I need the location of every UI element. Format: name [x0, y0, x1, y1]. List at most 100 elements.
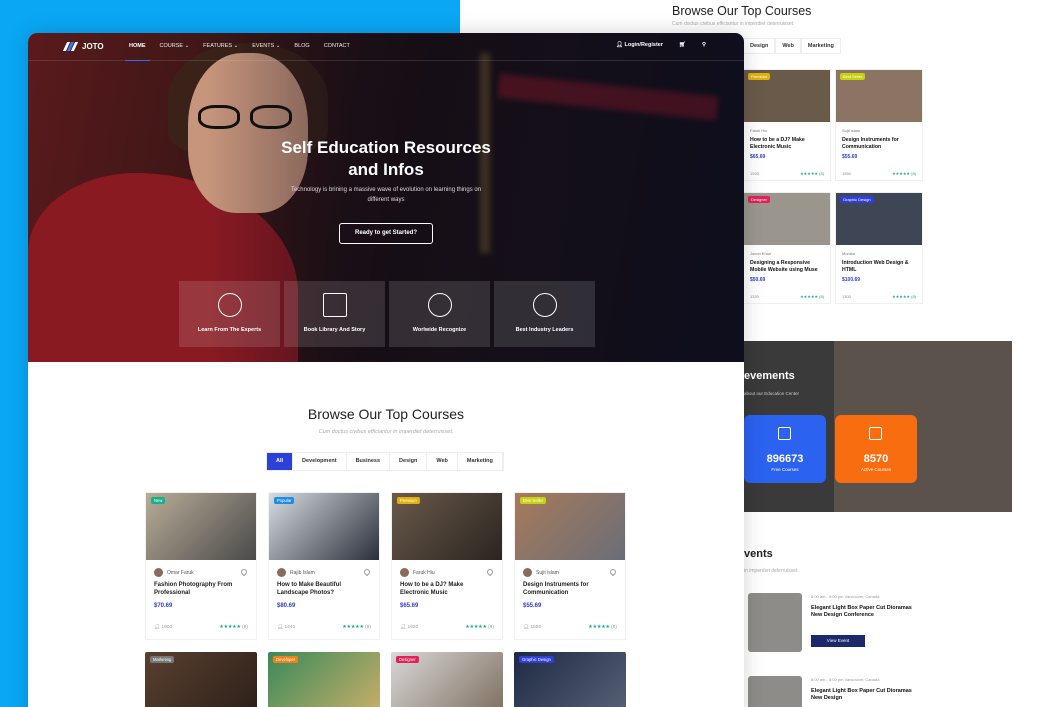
view-event-button[interactable]: View Event: [811, 635, 865, 647]
nav-contact[interactable]: CONTACT: [324, 43, 350, 49]
course-title[interactable]: Introduction Web Design & HTML: [842, 260, 916, 274]
nav-course[interactable]: COURSE ⌄: [160, 43, 190, 49]
course-card[interactable]: Best Seller Sujit islam Design Instrumen…: [514, 492, 626, 640]
course-title[interactable]: Designing a Responsive Mobile Website us…: [750, 260, 824, 274]
course-image: Best Seller: [836, 70, 922, 122]
event-title[interactable]: Elegant Light Box Paper Cut Dioramas New…: [811, 688, 921, 703]
course-footer: 👤︎ 1440 ★★★★★ (8): [277, 625, 371, 630]
cart-icon[interactable]: 🛒︎: [679, 42, 686, 48]
course-image: Designer: [744, 193, 830, 245]
rating-count: (8): [365, 625, 371, 630]
event-item: 8:00 am - 5:00 pm Vancouver, Canada Eleg…: [748, 676, 988, 707]
get-started-button[interactable]: Ready to get Started?: [339, 223, 433, 244]
bg-course-card[interactable]: Best Seller Sujit islam Design Instrumen…: [835, 69, 923, 181]
stat-active-courses: 8570 Active Courses: [835, 415, 917, 483]
student-count-value: 1900: [161, 625, 173, 630]
course-card-image[interactable]: Developer: [268, 652, 380, 707]
avatar: [277, 568, 286, 577]
event-title[interactable]: Elegant Light Box Paper Cut Dioramas New…: [811, 605, 921, 620]
nav-features-label: FEATURES: [203, 43, 233, 49]
course-title[interactable]: How to Make Beautiful Landscape Photos?: [277, 582, 371, 598]
avatar: [154, 568, 163, 577]
course-card[interactable]: Popular Rajib Islam How to Make Beautifu…: [268, 492, 380, 640]
nav-features[interactable]: FEATURES ⌄: [203, 43, 238, 49]
book-icon: [323, 293, 347, 317]
tab-marketing[interactable]: Marketing: [457, 453, 503, 470]
nav-home[interactable]: HOME: [125, 43, 149, 61]
course-price: $100.69: [842, 276, 861, 283]
bg-course-card[interactable]: Graphic Design Monika Introduction Web D…: [835, 192, 923, 304]
puzzle-icon: [778, 427, 791, 440]
course-price: $70.69: [154, 602, 173, 609]
feature-experts[interactable]: Learn From The Experts: [179, 281, 280, 347]
bg-filter-tabs: Design Web Marketing: [743, 38, 841, 54]
brand-logo[interactable]: JOTO: [62, 41, 104, 51]
bg-tab-marketing[interactable]: Marketing: [800, 38, 841, 54]
course-title[interactable]: Fashion Photography From Professional: [154, 582, 248, 598]
course-title[interactable]: How to be a DJ? Make Electronic Music: [750, 137, 824, 151]
course-title[interactable]: Design Instruments for Communication: [523, 582, 617, 598]
course-price: $65.69: [400, 602, 419, 609]
bg-tab-web[interactable]: Web: [775, 38, 801, 54]
event-place: Vancouver, Canada: [844, 594, 880, 599]
course-price: $50.69: [750, 276, 766, 283]
course-image: Premium: [392, 493, 502, 560]
bg-course-card[interactable]: Designer Jovon Khan Designing a Responsi…: [743, 192, 831, 304]
nav-events[interactable]: EVENTS ⌄: [252, 43, 280, 49]
course-image: Popular: [269, 493, 379, 560]
event-meta: 8:00 am - 5:00 pm Vancouver, Canada: [811, 677, 879, 682]
event-item: 8:00 am - 5:00 pm Vancouver, Canada Eleg…: [748, 593, 988, 655]
course-footer: 1920 ★★★★★ (8): [750, 171, 824, 176]
bg-tab-design[interactable]: Design: [743, 38, 776, 54]
course-card-image[interactable]: Designer: [391, 652, 503, 707]
stat-free-courses: 896673 Free Courses: [744, 415, 826, 483]
tab-development[interactable]: Development: [293, 453, 347, 470]
student-count: 👤︎ 1550: [523, 625, 542, 630]
course-badge: Popular: [274, 497, 295, 504]
course-card-image[interactable]: Graphic Design: [514, 652, 626, 707]
course-card-image[interactable]: Marketing: [145, 652, 257, 707]
course-badge: Best Seller: [520, 497, 547, 504]
stat-label: Free Courses: [771, 467, 799, 472]
achievements-title: evements: [744, 370, 795, 382]
nav-blog[interactable]: BLOG: [294, 43, 309, 49]
course-footer: 1550 ★★★★★ (8): [842, 171, 916, 176]
feature-leaders[interactable]: Best Industry Leaders: [494, 281, 595, 347]
feature-boxes: Learn From The Experts Book Library And …: [179, 281, 595, 347]
feature-label: Learn From The Experts: [197, 327, 262, 333]
course-card[interactable]: New Omar Faruk Fashion Photography From …: [145, 492, 257, 640]
author-name: Omar Faruk: [167, 569, 194, 576]
bg-course-card[interactable]: Premium Faruk Hiu How to be a DJ? Make E…: [743, 69, 831, 181]
tab-business[interactable]: Business: [346, 453, 391, 470]
stat-value: 8570: [863, 453, 889, 465]
event-time: 8:00 am - 5:00 pm: [811, 677, 844, 682]
events-title: vents: [744, 548, 773, 560]
background-blue-edge: [0, 0, 28, 707]
course-card[interactable]: Premium Faruk Hiu How to be a DJ? Make E…: [391, 492, 503, 640]
hero-section: JOTO HOME COURSE ⌄ FEATURES ⌄ EVENTS ⌄ B…: [28, 33, 744, 362]
login-register-link[interactable]: 👤︎ Login/Register: [616, 42, 663, 48]
course-image: Best Seller: [515, 493, 625, 560]
rating-stars: ★★★★★ (8): [465, 625, 494, 630]
feature-recognize[interactable]: Worlwide Recognize: [389, 281, 490, 347]
student-count: 1300: [842, 293, 851, 299]
course-badge: Developer: [273, 656, 299, 663]
event-time: 8:00 am - 5:00 pm: [811, 594, 844, 599]
tab-design[interactable]: Design: [390, 453, 428, 470]
main-menu: HOME COURSE ⌄ FEATURES ⌄ EVENTS ⌄ BLOG C…: [125, 43, 350, 61]
tab-web[interactable]: Web: [427, 453, 458, 470]
course-badge: Graphic Design: [840, 196, 874, 203]
course-badge: Graphic Design: [519, 656, 554, 663]
courses-title: Browse Our Top Courses: [307, 406, 465, 422]
student-count: 👤︎ 1440: [277, 625, 296, 630]
course-title[interactable]: Design Instruments for Communication: [842, 137, 916, 151]
rating-stars: ★★★★★ (8): [800, 293, 824, 299]
student-count-value: 1440: [284, 625, 296, 630]
award-icon: [428, 293, 452, 317]
bg-courses-title: Browse Our Top Courses: [672, 4, 812, 18]
feature-library[interactable]: Book Library And Story: [284, 281, 385, 347]
tab-all[interactable]: All: [267, 453, 294, 470]
course-image: Graphic Design: [836, 193, 922, 245]
search-icon[interactable]: ⚲: [702, 42, 706, 48]
course-title[interactable]: How to be a DJ? Make Electronic Music: [400, 582, 494, 598]
